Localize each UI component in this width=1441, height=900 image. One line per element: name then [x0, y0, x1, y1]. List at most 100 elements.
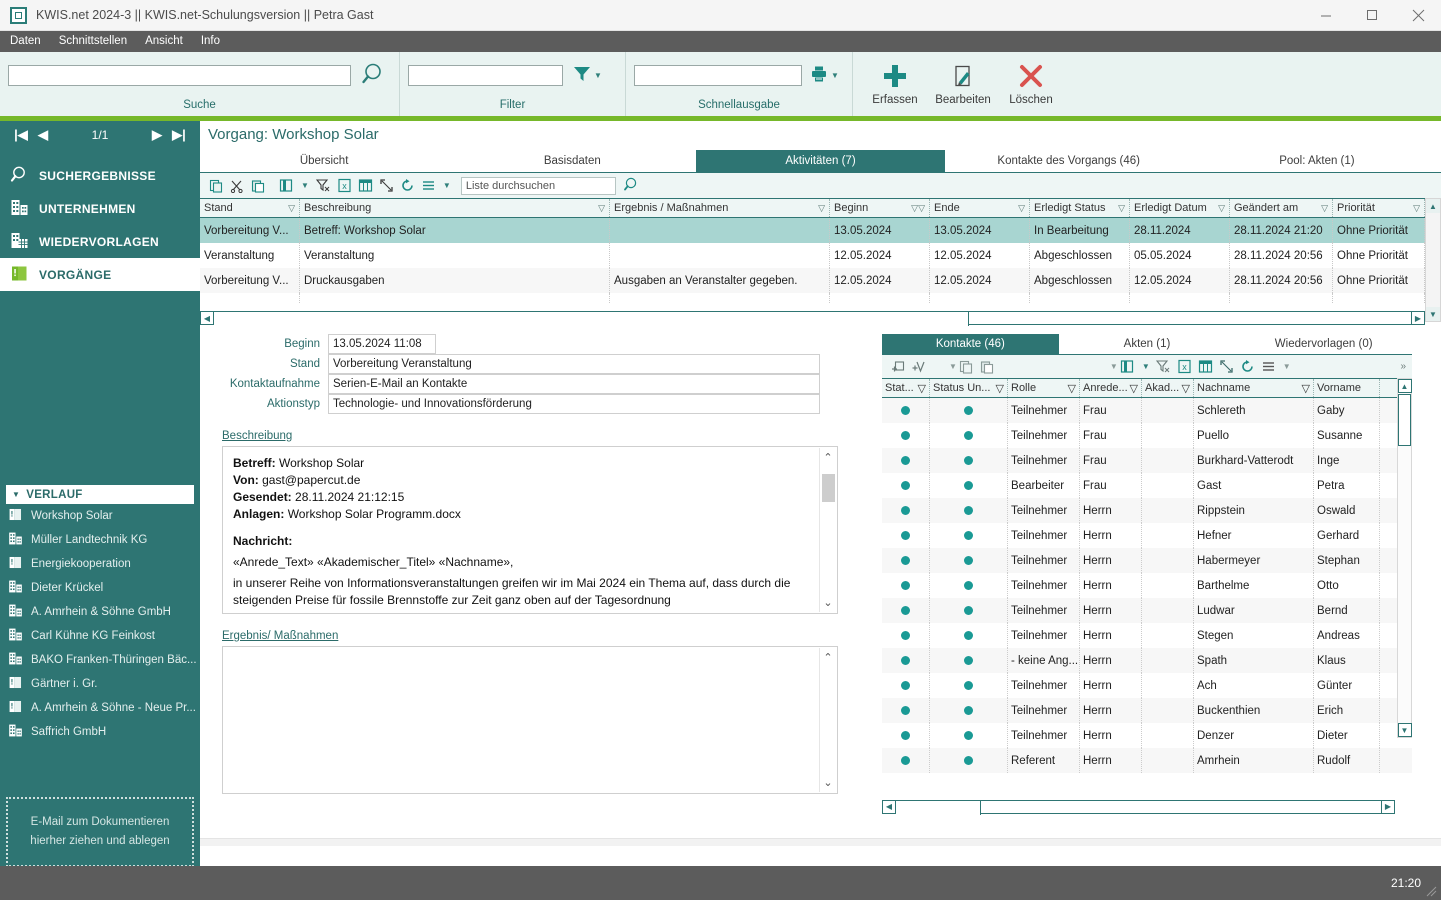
chevron-down-icon[interactable]: ▼ — [301, 181, 309, 190]
email-dropzone[interactable]: E-Mail zum Dokumentieren hierher ziehen … — [6, 797, 194, 867]
history-item[interactable]: Workshop Solar — [0, 504, 200, 528]
activities-vertical-scrollbar[interactable]: ▲ ▼ — [1425, 198, 1441, 322]
add-person-icon[interactable] — [909, 357, 928, 376]
ergebnis-massnahmen-textarea[interactable]: ⌃ ⌄ — [222, 646, 838, 794]
close-button[interactable] — [1395, 0, 1441, 31]
filter-icon[interactable]: ▽ — [598, 203, 605, 214]
filter-icon[interactable]: ▽ — [1182, 382, 1190, 395]
pager-prev-button[interactable]: ◀ — [32, 127, 54, 143]
excel-export-icon[interactable]: x — [335, 176, 354, 195]
scroll-left-icon[interactable]: ◀ — [882, 799, 896, 814]
table-icon[interactable] — [356, 176, 375, 195]
columns-icon[interactable] — [1118, 357, 1137, 376]
filter-icon[interactable]: ▽ — [1413, 203, 1420, 214]
ergebnis-scrollbar[interactable]: ⌃ ⌄ — [819, 648, 836, 792]
menu-item-ansicht[interactable]: Ansicht — [136, 31, 192, 52]
chevron-down-icon[interactable]: ▼ — [1283, 362, 1291, 371]
table-row[interactable]: Vorbereitung V... Betreff: Workshop Sola… — [200, 218, 1441, 243]
col-status-un[interactable]: Status Un... ▽ — [930, 379, 1008, 397]
menu-item-schnittstellen[interactable]: Schnittstellen — [50, 31, 136, 52]
excel-export-icon[interactable]: x — [1175, 357, 1194, 376]
expand-icon[interactable] — [1217, 357, 1236, 376]
scroll-down-icon[interactable]: ▼ — [1426, 307, 1440, 321]
tab-wiedervorlagen[interactable]: Wiedervorlagen (0) — [1235, 334, 1412, 355]
history-item[interactable]: A. Amrhein & Söhne GmbH — [0, 600, 200, 624]
col-nachname[interactable]: Nachname ▽ — [1194, 379, 1314, 397]
scroll-up-icon[interactable]: ⌃ — [823, 451, 832, 464]
filter-icon[interactable]: ▽ — [1130, 382, 1138, 395]
filter-icon[interactable]: ▽▽ — [911, 203, 925, 214]
col-stand[interactable]: Stand ▽ — [200, 199, 300, 217]
overflow-icon[interactable]: » — [1400, 361, 1406, 372]
col-erledigt-status[interactable]: Erledigt Status ▽ — [1030, 199, 1130, 217]
beschreibung-scrollbar[interactable]: ⌃ ⌄ — [819, 448, 836, 612]
cut-icon[interactable] — [227, 176, 246, 195]
col-erledigt-datum[interactable]: Erledigt Datum ▽ — [1130, 199, 1230, 217]
pager-last-button[interactable]: ▶| — [168, 127, 190, 143]
col-prioritaet[interactable]: Priorität ▽ — [1333, 199, 1425, 217]
filter-chevron-down-icon[interactable]: ▼ — [594, 71, 602, 80]
paste-icon[interactable] — [248, 176, 267, 195]
menu-item-info[interactable]: Info — [192, 31, 229, 52]
add-contact-icon[interactable] — [888, 357, 907, 376]
history-item[interactable]: Carl Kühne KG Feinkost — [0, 624, 200, 648]
clear-filter-icon[interactable] — [314, 176, 333, 195]
paste-icon[interactable] — [978, 357, 997, 376]
history-item[interactable]: Saffrich GmbH — [0, 720, 200, 744]
col-stat[interactable]: Stat... ▽ — [882, 379, 930, 397]
table-row[interactable]: Teilnehmer Herrn Ludwar Bernd — [882, 598, 1412, 623]
menu-icon[interactable] — [419, 176, 438, 195]
filter-input[interactable] — [408, 64, 563, 86]
col-beginn[interactable]: Beginn ▽▽ — [830, 199, 930, 217]
clear-filter-icon[interactable] — [1154, 357, 1173, 376]
menu-item-daten[interactable]: Daten — [0, 31, 50, 52]
table-icon[interactable] — [1196, 357, 1215, 376]
table-row[interactable]: Teilnehmer Herrn Habermeyer Stephan — [882, 548, 1412, 573]
col-ergebnis-massnahmen[interactable]: Ergebnis / Maßnahmen ▽ — [610, 199, 830, 217]
kontaktaufnahme-field[interactable]: Serien-E-Mail an Kontakte — [328, 374, 820, 394]
table-row[interactable]: Teilnehmer Herrn Buckenthien Erich — [882, 698, 1412, 723]
refresh-icon[interactable] — [398, 176, 417, 195]
pager-next-button[interactable]: ▶ — [146, 127, 168, 143]
tab-aktivitaeten[interactable]: Aktivitäten (7) — [696, 150, 945, 172]
beschreibung-link[interactable]: Beschreibung — [222, 430, 292, 442]
minimize-button[interactable] — [1303, 0, 1349, 31]
sidebar-item-suchergebnisse[interactable]: SUCHERGEBNISSE — [0, 159, 200, 192]
col-geaendert-am[interactable]: Geändert am ▽ — [1230, 199, 1333, 217]
contacts-horizontal-scrollbar[interactable]: ◀ ▶ — [882, 799, 1395, 815]
table-row[interactable]: Teilnehmer Frau Schlereth Gaby — [882, 398, 1412, 423]
activities-horizontal-scrollbar[interactable]: ◀ ▶ — [200, 310, 1425, 326]
history-item[interactable]: Gärtner i. Gr. — [0, 672, 200, 696]
erfassen-button[interactable]: Erfassen — [861, 52, 929, 106]
table-row[interactable]: Teilnehmer Herrn Stegen Andreas — [882, 623, 1412, 648]
beginn-field[interactable]: 13.05.2024 11:08 — [328, 334, 436, 354]
filter-icon[interactable]: ▽ — [918, 382, 926, 395]
maximize-button[interactable] — [1349, 0, 1395, 31]
list-search-input[interactable]: Liste durchsuchen — [460, 176, 616, 195]
chevron-down-icon[interactable]: ▼ — [1142, 362, 1150, 371]
search-icon[interactable] — [360, 61, 386, 90]
sidebar-item-vorgaenge[interactable]: VORGÄNGE — [0, 258, 200, 291]
scroll-down-icon[interactable]: ⌄ — [823, 596, 832, 609]
beschreibung-textarea[interactable]: Betreff: Workshop Solar Von: gast@paperc… — [222, 446, 838, 614]
col-rolle[interactable]: Rolle ▽ — [1008, 379, 1080, 397]
pager-first-button[interactable]: |◀ — [10, 127, 32, 143]
filter-icon[interactable]: ▽ — [288, 203, 295, 214]
col-beschreibung[interactable]: Beschreibung ▽ — [300, 199, 610, 217]
tab-basisdaten[interactable]: Basisdaten — [448, 150, 696, 172]
hscroll-thumb[interactable] — [896, 800, 981, 815]
stand-field[interactable]: Vorbereitung Veranstaltung — [328, 354, 820, 374]
contacts-scroll-thumb[interactable] — [1398, 394, 1411, 446]
table-row[interactable]: Teilnehmer Herrn Hefner Gerhard — [882, 523, 1412, 548]
col-anrede[interactable]: Anrede... ▽ — [1080, 379, 1142, 397]
sidebar-item-unternehmen[interactable]: UNTERNEHMEN — [0, 192, 200, 225]
chevron-down-icon[interactable]: ▼ — [949, 362, 957, 371]
table-row[interactable]: Teilnehmer Frau Puello Susanne — [882, 423, 1412, 448]
loeschen-button[interactable]: Löschen — [997, 52, 1065, 106]
scroll-down-icon[interactable]: ⌄ — [823, 776, 832, 789]
chevron-down-icon[interactable]: ▼ — [443, 181, 451, 190]
filter-icon[interactable]: ▽ — [1302, 382, 1310, 395]
table-row[interactable]: Teilnehmer Herrn Rippstein Oswald — [882, 498, 1412, 523]
printer-chevron-down-icon[interactable]: ▼ — [831, 71, 839, 80]
scroll-right-icon[interactable]: ▶ — [1411, 311, 1425, 325]
